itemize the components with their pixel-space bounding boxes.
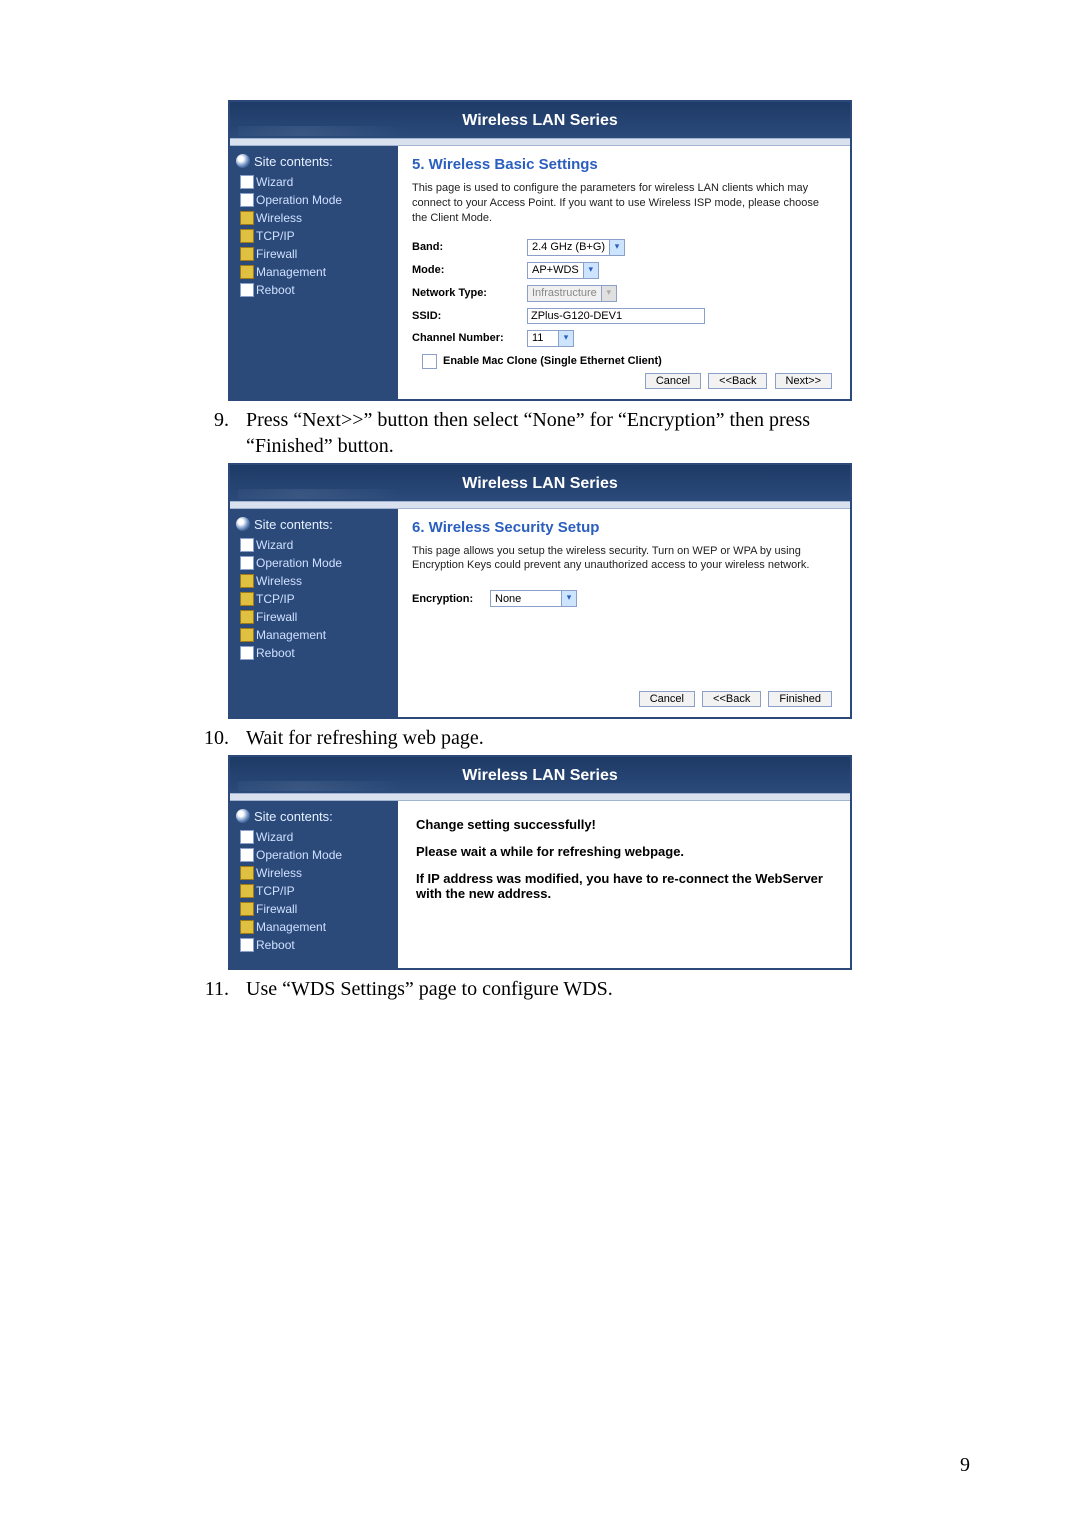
- back-button[interactable]: <<Back: [708, 373, 767, 389]
- sidebar-item-management[interactable]: Management: [234, 263, 394, 281]
- step-text: Wait for refreshing web page.: [246, 725, 900, 751]
- sidebar-title: Site contents:: [234, 515, 394, 536]
- sidebar-item-tcpip[interactable]: TCP/IP: [234, 882, 394, 900]
- chevron-down-icon: ▾: [561, 591, 576, 606]
- sidebar-title: Site contents:: [234, 152, 394, 173]
- mac-clone-label: Enable Mac Clone (Single Ethernet Client…: [443, 355, 662, 367]
- encryption-label: Encryption:: [412, 593, 490, 605]
- step-11: 11. Use “WDS Settings” page to configure…: [180, 976, 900, 1002]
- band-select[interactable]: 2.4 GHz (B+G) ▾: [527, 239, 625, 256]
- step-9: 9. Press “Next>>” button then select “No…: [180, 407, 900, 459]
- finished-button[interactable]: Finished: [768, 691, 832, 707]
- sidebar-item-wireless[interactable]: Wireless: [234, 864, 394, 882]
- main-panel: 6. Wireless Security Setup This page all…: [398, 509, 850, 717]
- ssid-input[interactable]: [527, 308, 705, 324]
- window-header: Wireless LAN Series: [230, 465, 850, 501]
- section-description: This page is used to configure the param…: [412, 181, 836, 226]
- channel-select[interactable]: 11 ▾: [527, 330, 574, 347]
- band-label: Band:: [412, 241, 527, 253]
- step-text: Press “Next>>” button then select “None”…: [246, 407, 900, 459]
- back-button[interactable]: <<Back: [702, 691, 761, 707]
- divider: [230, 138, 850, 146]
- sidebar-item-management[interactable]: Management: [234, 626, 394, 644]
- cancel-button[interactable]: Cancel: [639, 691, 695, 707]
- divider: [230, 501, 850, 509]
- channel-label: Channel Number:: [412, 332, 527, 344]
- sidebar-item-reboot[interactable]: Reboot: [234, 936, 394, 954]
- mac-clone-checkbox[interactable]: [422, 354, 437, 369]
- sidebar-item-operation-mode[interactable]: Operation Mode: [234, 191, 394, 209]
- sidebar-item-tcpip[interactable]: TCP/IP: [234, 227, 394, 245]
- sidebar: Site contents: Wizard Operation Mode Wir…: [230, 146, 398, 399]
- success-message: Change setting successfully!: [412, 809, 836, 836]
- mode-select[interactable]: AP+WDS ▾: [527, 262, 599, 279]
- mode-label: Mode:: [412, 264, 527, 276]
- chevron-down-icon: ▾: [558, 331, 573, 346]
- next-button[interactable]: Next>>: [775, 373, 832, 389]
- sidebar-item-wizard[interactable]: Wizard: [234, 536, 394, 554]
- sidebar-item-firewall[interactable]: Firewall: [234, 245, 394, 263]
- screenshot-wireless-security-setup: Wireless LAN Series Site contents: Wizar…: [228, 463, 852, 719]
- step-text: Use “WDS Settings” page to configure WDS…: [246, 976, 900, 1002]
- sidebar-item-wizard[interactable]: Wizard: [234, 173, 394, 191]
- chevron-down-icon: ▾: [583, 263, 598, 278]
- sidebar: Site contents: Wizard Operation Mode Wir…: [230, 801, 398, 968]
- encryption-select[interactable]: None ▾: [490, 590, 577, 607]
- sidebar-item-reboot[interactable]: Reboot: [234, 281, 394, 299]
- network-type-select: Infrastructure ▾: [527, 285, 617, 302]
- step-number: 10.: [180, 725, 246, 751]
- step-10: 10. Wait for refreshing web page.: [180, 725, 900, 751]
- network-type-label: Network Type:: [412, 287, 527, 299]
- section-title: 6. Wireless Security Setup: [412, 519, 836, 536]
- section-title: 5. Wireless Basic Settings: [412, 156, 836, 173]
- sidebar-item-wireless[interactable]: Wireless: [234, 209, 394, 227]
- screenshot-change-success: Wireless LAN Series Site contents: Wizar…: [228, 755, 852, 970]
- wait-message: Please wait a while for refreshing webpa…: [412, 836, 836, 863]
- window-title: Wireless LAN Series: [462, 112, 617, 129]
- ip-note: If IP address was modified, you have to …: [412, 863, 836, 905]
- section-description: This page allows you setup the wireless …: [412, 544, 836, 574]
- step-number: 11.: [180, 976, 246, 1002]
- sidebar-item-wizard[interactable]: Wizard: [234, 828, 394, 846]
- main-panel: Change setting successfully! Please wait…: [398, 801, 850, 968]
- sidebar-item-firewall[interactable]: Firewall: [234, 608, 394, 626]
- divider: [230, 793, 850, 801]
- screenshot-wireless-basic-settings: Wireless LAN Series Site contents: Wizar…: [228, 100, 852, 401]
- sidebar-item-operation-mode[interactable]: Operation Mode: [234, 846, 394, 864]
- cancel-button[interactable]: Cancel: [645, 373, 701, 389]
- window-title: Wireless LAN Series: [462, 475, 617, 492]
- sidebar: Site contents: Wizard Operation Mode Wir…: [230, 509, 398, 717]
- window-header: Wireless LAN Series: [230, 757, 850, 793]
- sidebar-title: Site contents:: [234, 807, 394, 828]
- chevron-down-icon: ▾: [601, 286, 616, 301]
- sidebar-item-management[interactable]: Management: [234, 918, 394, 936]
- page-number: 9: [960, 1454, 970, 1477]
- main-panel: 5. Wireless Basic Settings This page is …: [398, 146, 850, 399]
- ssid-label: SSID:: [412, 310, 527, 322]
- chevron-down-icon: ▾: [609, 240, 624, 255]
- sidebar-item-reboot[interactable]: Reboot: [234, 644, 394, 662]
- sidebar-item-tcpip[interactable]: TCP/IP: [234, 590, 394, 608]
- window-header: Wireless LAN Series: [230, 102, 850, 138]
- sidebar-item-operation-mode[interactable]: Operation Mode: [234, 554, 394, 572]
- step-number: 9.: [180, 407, 246, 433]
- window-title: Wireless LAN Series: [462, 767, 617, 784]
- sidebar-item-wireless[interactable]: Wireless: [234, 572, 394, 590]
- sidebar-item-firewall[interactable]: Firewall: [234, 900, 394, 918]
